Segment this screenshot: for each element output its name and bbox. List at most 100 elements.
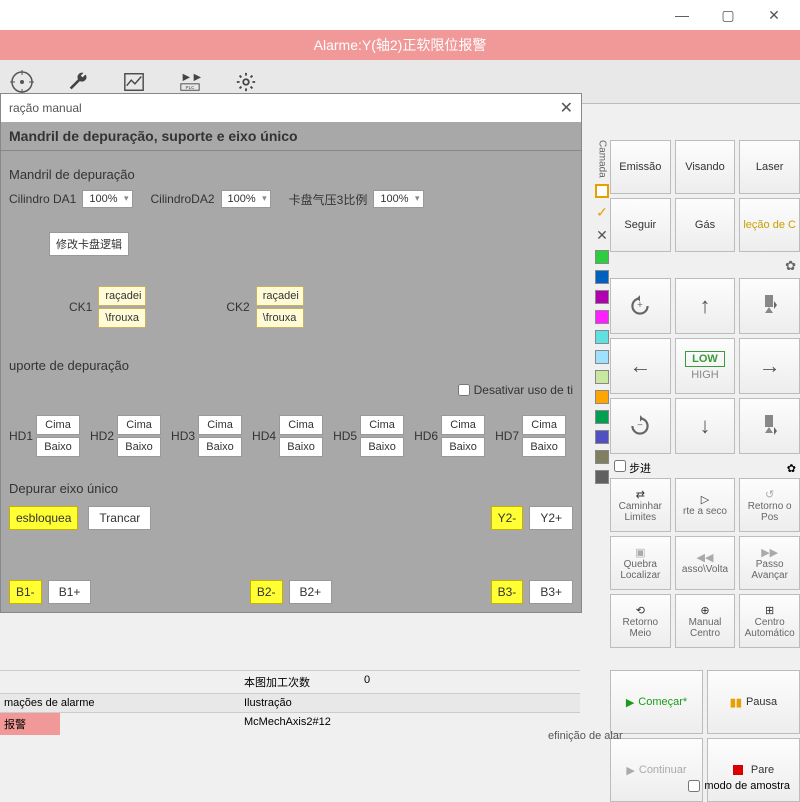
hd-down-button[interactable]: Baixo bbox=[36, 437, 80, 457]
cylinder1-dropdown[interactable]: 100% bbox=[82, 190, 132, 208]
lock-button[interactable]: Trancar bbox=[88, 506, 151, 530]
color-swatch[interactable] bbox=[595, 350, 609, 364]
color-swatch[interactable] bbox=[595, 470, 609, 484]
color-swatch[interactable] bbox=[595, 390, 609, 404]
color-swatch[interactable] bbox=[595, 270, 609, 284]
color-swatch[interactable] bbox=[595, 430, 609, 444]
unlock-button[interactable]: esbloquea bbox=[9, 506, 78, 530]
y2-plus-button[interactable]: Y2+ bbox=[529, 506, 573, 530]
hd-item: HD4CimaBaixo bbox=[252, 415, 323, 457]
color-swatch[interactable] bbox=[595, 450, 609, 464]
color-swatch[interactable] bbox=[595, 370, 609, 384]
sample-mode-checkbox[interactable] bbox=[688, 780, 700, 792]
hd-label: HD5 bbox=[333, 429, 357, 443]
gear-icon[interactable] bbox=[232, 68, 260, 96]
hd-down-button[interactable]: Baixo bbox=[522, 437, 566, 457]
chart-icon[interactable] bbox=[120, 68, 148, 96]
close-window-button[interactable]: ✕ bbox=[752, 1, 796, 29]
b1-minus-button[interactable]: B1- bbox=[9, 580, 42, 604]
alarm-banner: Alarme:Y(轴2)正软限位报警 bbox=[0, 30, 800, 60]
arrow-left-button[interactable]: ← bbox=[610, 338, 671, 394]
color-swatch[interactable] bbox=[595, 290, 609, 304]
tool-up-button[interactable] bbox=[739, 278, 800, 334]
hd-down-button[interactable]: Baixo bbox=[279, 437, 323, 457]
y2-minus-button[interactable]: Y2- bbox=[491, 506, 524, 530]
settings-gear-icon[interactable]: ✿ bbox=[787, 462, 796, 475]
hd-down-button[interactable]: Baixo bbox=[360, 437, 404, 457]
hd-up-button[interactable]: Cima bbox=[117, 415, 161, 435]
tool-down-button[interactable] bbox=[739, 398, 800, 454]
color-swatch[interactable] bbox=[595, 184, 609, 198]
wrench-icon[interactable] bbox=[64, 68, 92, 96]
hd-up-button[interactable]: Cima bbox=[522, 415, 566, 435]
break-locate-button[interactable]: ▣QuebraLocalizar bbox=[610, 536, 671, 590]
gas-button[interactable]: Gás bbox=[675, 198, 736, 252]
ck1-tighten-button[interactable]: raçadei bbox=[98, 286, 146, 306]
step-forward-button[interactable]: ▶▶Passo Avançar bbox=[739, 536, 800, 590]
target-icon[interactable] bbox=[8, 68, 36, 96]
b2-minus-button[interactable]: B2- bbox=[250, 580, 283, 604]
hd-up-button[interactable]: Cima bbox=[36, 415, 80, 435]
arrow-down-button[interactable]: ↓ bbox=[675, 398, 736, 454]
right-control-panel: Emissão Visando Laser Seguir Gás leção d… bbox=[610, 104, 800, 802]
pause-button[interactable]: ▮▮Pausa bbox=[707, 670, 800, 734]
plc-icon[interactable]: PLC bbox=[176, 68, 204, 96]
hd-item: HD5CimaBaixo bbox=[333, 415, 404, 457]
status-area: 本图加工次数 0 mações de alarme Ilustração 报警 … bbox=[0, 670, 580, 735]
hd-up-button[interactable]: Cima bbox=[441, 415, 485, 435]
selection-button[interactable]: leção de C bbox=[739, 198, 800, 252]
arrow-up-button[interactable]: ↑ bbox=[675, 278, 736, 334]
return-pos-button[interactable]: ↺Retorno o Pos bbox=[739, 478, 800, 532]
hd-down-button[interactable]: Baixo bbox=[441, 437, 485, 457]
laser-button[interactable]: Laser bbox=[739, 140, 800, 194]
hd-down-button[interactable]: Baixo bbox=[198, 437, 242, 457]
b1-plus-button[interactable]: B1+ bbox=[48, 580, 92, 604]
stop-button[interactable]: Pare bbox=[707, 738, 800, 802]
dialog-close-icon[interactable]: ✕ bbox=[560, 98, 573, 118]
hd-up-button[interactable]: Cima bbox=[360, 415, 404, 435]
cylinder2-dropdown[interactable]: 100% bbox=[221, 190, 271, 208]
start-button[interactable]: ▶Começar* bbox=[610, 670, 703, 734]
step-checkbox[interactable] bbox=[614, 460, 626, 472]
ck1-loosen-button[interactable]: \frouxa bbox=[98, 308, 146, 328]
walk-limits-button[interactable]: ⇄CaminharLimites bbox=[610, 478, 671, 532]
color-swatch[interactable] bbox=[595, 250, 609, 264]
aiming-button[interactable]: Visando bbox=[675, 140, 736, 194]
dialog-header: Mandril de depuração, suporte e eixo úni… bbox=[1, 122, 581, 151]
ck1-label: CK1 bbox=[69, 300, 92, 314]
hd-label: HD2 bbox=[90, 429, 114, 443]
emission-button[interactable]: Emissão bbox=[610, 140, 671, 194]
continue-button[interactable]: ▶Continuar bbox=[610, 738, 703, 802]
follow-button[interactable]: Seguir bbox=[610, 198, 671, 252]
settings-gear-icon[interactable]: ✿ bbox=[610, 256, 800, 276]
auto-center-button[interactable]: ⊞Centro Automático bbox=[739, 594, 800, 648]
manual-center-button[interactable]: ⊕Manual Centro bbox=[675, 594, 736, 648]
disable-use-checkbox[interactable] bbox=[458, 384, 470, 396]
manual-debug-dialog: ração manual ✕ Mandril de depuração, sup… bbox=[0, 93, 582, 613]
modify-chuck-logic-button[interactable]: 修改卡盘逻辑 bbox=[49, 232, 129, 256]
color-swatch[interactable] bbox=[595, 330, 609, 344]
step-back-button[interactable]: ◀◀asso\Volta bbox=[675, 536, 736, 590]
hd-up-button[interactable]: Cima bbox=[279, 415, 323, 435]
rotate-ccw-button[interactable]: + bbox=[610, 278, 671, 334]
return-middle-button[interactable]: ⟲Retorno Meio bbox=[610, 594, 671, 648]
color-swatch[interactable] bbox=[595, 410, 609, 424]
maximize-button[interactable]: ▢ bbox=[706, 1, 750, 29]
color-swatch[interactable] bbox=[595, 310, 609, 324]
hd-item: HD1CimaBaixo bbox=[9, 415, 80, 457]
b3-plus-button[interactable]: B3+ bbox=[529, 580, 573, 604]
hd-down-button[interactable]: Baixo bbox=[117, 437, 161, 457]
svg-text:+: + bbox=[637, 300, 643, 311]
rotate-cw-button[interactable]: − bbox=[610, 398, 671, 454]
b3-minus-button[interactable]: B3- bbox=[491, 580, 524, 604]
dry-run-button[interactable]: ▷rte a seco bbox=[675, 478, 736, 532]
svg-text:−: − bbox=[637, 420, 643, 431]
ck2-loosen-button[interactable]: \frouxa bbox=[256, 308, 304, 328]
minimize-button[interactable]: — bbox=[660, 1, 704, 29]
arrow-right-button[interactable]: → bbox=[739, 338, 800, 394]
hd-up-button[interactable]: Cima bbox=[198, 415, 242, 435]
b2-plus-button[interactable]: B2+ bbox=[289, 580, 333, 604]
speed-toggle[interactable]: LOW HIGH bbox=[675, 338, 736, 394]
ck2-tighten-button[interactable]: raçadei bbox=[256, 286, 304, 306]
cylinder3-dropdown[interactable]: 100% bbox=[373, 190, 423, 208]
